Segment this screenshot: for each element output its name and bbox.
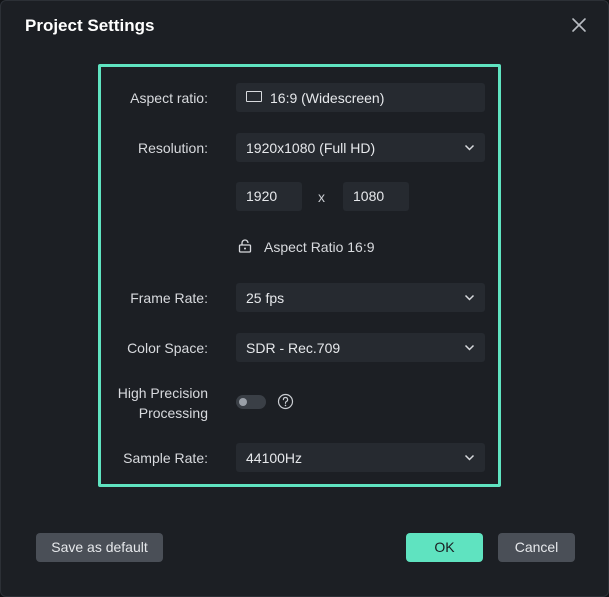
- aspect-ratio-lock-label: Aspect Ratio 16:9: [264, 239, 375, 255]
- resolution-value: 1920x1080 (Full HD): [246, 139, 376, 156]
- settings-panel: [98, 64, 501, 487]
- close-button[interactable]: [570, 16, 588, 34]
- aspect-ratio-lock[interactable]: Aspect Ratio 16:9: [238, 237, 375, 257]
- chevron-down-icon: [464, 342, 475, 353]
- height-input[interactable]: 1080: [343, 182, 409, 211]
- high-precision-label: High Precision Processing: [68, 383, 208, 423]
- color-space-value: SDR - Rec.709: [246, 339, 341, 356]
- aspect-ratio-value: 16:9 (Widescreen): [270, 89, 385, 106]
- high-precision-label-line1: High Precision: [117, 385, 208, 401]
- frame-rate-label: Frame Rate:: [130, 290, 208, 306]
- ok-button[interactable]: OK: [406, 533, 483, 562]
- aspect-ratio-select[interactable]: 16:9 (Widescreen): [236, 83, 485, 112]
- screen-icon: [246, 90, 262, 102]
- dimension-separator: x: [318, 189, 325, 205]
- color-space-label: Color Space:: [127, 340, 208, 356]
- width-input[interactable]: 1920: [236, 182, 302, 211]
- chevron-down-icon: [464, 292, 475, 303]
- chevron-down-icon: [464, 142, 475, 153]
- sample-rate-value: 44100Hz: [246, 449, 303, 466]
- sample-rate-label: Sample Rate:: [123, 450, 208, 466]
- save-as-default-button[interactable]: Save as default: [36, 533, 163, 562]
- cancel-button[interactable]: Cancel: [498, 533, 575, 562]
- help-icon[interactable]: [277, 393, 294, 410]
- high-precision-toggle[interactable]: [236, 395, 266, 409]
- project-settings-dialog: Project Settings Aspect ratio: 16:9 (Wid…: [0, 0, 609, 597]
- toggle-knob: [239, 398, 247, 406]
- aspect-ratio-label: Aspect ratio:: [130, 90, 208, 106]
- resolution-label: Resolution:: [137, 140, 208, 156]
- frame-rate-select[interactable]: 25 fps: [236, 283, 485, 312]
- dialog-title: Project Settings: [25, 16, 155, 35]
- lock-icon: [238, 239, 252, 253]
- sample-rate-select[interactable]: 44100Hz: [236, 443, 485, 472]
- color-space-select[interactable]: SDR - Rec.709: [236, 333, 485, 362]
- chevron-down-icon: [464, 452, 475, 463]
- frame-rate-value: 25 fps: [246, 289, 285, 306]
- close-icon: [572, 18, 586, 32]
- resolution-select[interactable]: 1920x1080 (Full HD): [236, 133, 485, 162]
- high-precision-label-line2: Processing: [138, 405, 208, 421]
